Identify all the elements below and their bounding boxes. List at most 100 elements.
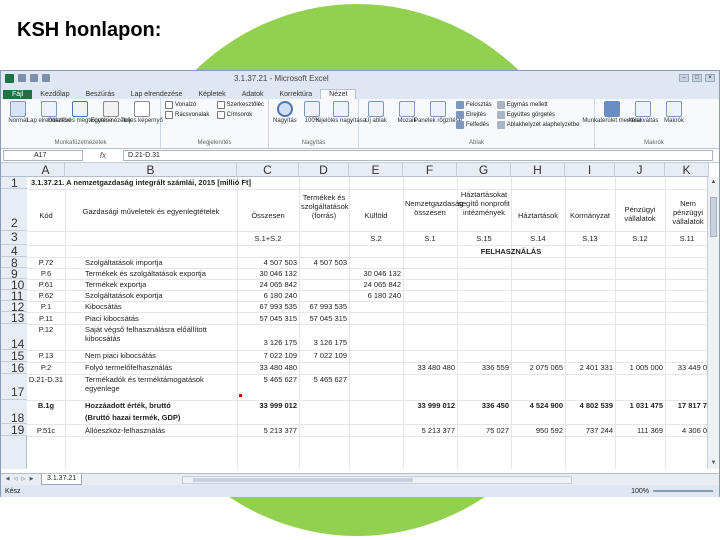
row-header[interactable]: 16 — [1, 362, 27, 374]
value-f[interactable]: 33 480 480 — [403, 363, 455, 372]
code-kulfold[interactable]: S.2 — [349, 234, 403, 243]
freeze-panes-button[interactable]: Panelek rögzítése — [414, 101, 462, 125]
row-code[interactable]: P.11 — [27, 314, 65, 323]
column-header[interactable]: K — [665, 163, 709, 177]
row-label[interactable]: Nem piaci kibocsátás — [85, 351, 156, 360]
maximize-button[interactable]: □ — [692, 74, 702, 82]
value-f[interactable]: 5 213 377 — [403, 426, 455, 435]
macros-button[interactable]: Makrók — [661, 101, 687, 125]
code-haztartasok-nonprofit[interactable]: S.15 — [457, 234, 511, 243]
header-kod[interactable]: Kód — [27, 211, 65, 220]
row-code[interactable]: P.2 — [27, 363, 65, 372]
column-header[interactable]: C — [237, 163, 299, 177]
row-header[interactable]: 2 — [1, 189, 27, 231]
value-i[interactable]: 2 401 331 — [565, 363, 613, 372]
tab-insert[interactable]: Beszúrás — [77, 90, 122, 99]
value-c[interactable]: 24 065 842 — [237, 280, 297, 289]
scroll-down-icon[interactable]: ▼ — [709, 459, 718, 468]
row-header[interactable]: 19 — [1, 424, 27, 436]
column-header[interactable]: F — [403, 163, 457, 177]
code-nem-penzugyi[interactable]: S.11 — [665, 234, 709, 243]
value-c[interactable]: 33 999 012 — [237, 401, 297, 410]
row-code[interactable]: P.61 — [27, 280, 65, 289]
scroll-up-icon[interactable]: ▲ — [709, 178, 718, 187]
tab-file[interactable]: Fájl — [3, 90, 33, 99]
row-label[interactable]: Folyó termelőfelhasználás — [85, 363, 172, 372]
custom-views-button[interactable]: Egyéni nézetek — [90, 101, 132, 125]
column-header[interactable]: B — [65, 163, 237, 177]
value-e[interactable]: 30 046 132 — [349, 269, 401, 278]
header-megnevezes[interactable]: Gazdasági műveletek és egyenlegtételek — [81, 207, 221, 216]
row-label[interactable]: Termékek exportja — [85, 280, 146, 289]
value-d[interactable]: 5 465 627 — [299, 375, 347, 384]
code-nemzetgazdasag[interactable]: S.1 — [403, 234, 457, 243]
row-header[interactable]: 14 — [1, 324, 27, 350]
row-code[interactable]: P.12 — [27, 325, 65, 334]
redo-icon[interactable] — [42, 74, 50, 82]
row-header[interactable]: 18 — [1, 400, 27, 424]
tab-review[interactable]: Korrektúra — [271, 90, 320, 99]
full-screen-button[interactable]: Teljes képernyő — [121, 101, 163, 125]
zoom-button[interactable]: Nagyítás — [273, 101, 297, 125]
formula-input[interactable]: D.21-D.31 — [123, 150, 713, 161]
headings-checkbox[interactable]: Címsorok — [216, 111, 264, 119]
value-j[interactable]: 1 031 475 — [615, 401, 663, 410]
vertical-scrollbar[interactable]: ▲ ▼ — [707, 177, 719, 469]
hide-button[interactable]: Elrejtés — [456, 111, 492, 119]
row-header[interactable]: 17 — [1, 374, 27, 400]
header-kormanyzat[interactable]: Kormányzat — [565, 211, 615, 220]
value-j[interactable]: 1 005 000 — [615, 363, 663, 372]
column-header[interactable]: G — [457, 163, 511, 177]
value-h[interactable]: 950 592 — [511, 426, 563, 435]
header-nemzetgazdasag[interactable]: Nemzetgazdaság összesen — [405, 199, 463, 217]
value-j[interactable]: 111 369 — [615, 426, 663, 435]
column-header[interactable]: A — [27, 163, 65, 177]
hscroll-thumb[interactable] — [193, 477, 414, 482]
row-label[interactable]: Piaci kibocsátás — [85, 314, 139, 323]
value-h[interactable]: 2 075 065 — [511, 363, 563, 372]
value-i[interactable]: 737 244 — [565, 426, 613, 435]
row-label[interactable]: (Bruttó hazai termék, GDP) — [85, 413, 180, 422]
row-label[interactable]: Állóeszköz-felhasználás — [85, 426, 165, 435]
value-d[interactable]: 3 126 175 — [299, 338, 347, 347]
tab-formulas[interactable]: Képletek — [190, 90, 233, 99]
header-termekek[interactable]: Termékek és szolgáltatások (forrás) — [301, 193, 349, 220]
value-d[interactable]: 4 507 503 — [299, 258, 347, 267]
header-haztartasok[interactable]: Háztartások — [511, 211, 565, 220]
value-c[interactable]: 5 465 627 — [237, 375, 297, 384]
value-e[interactable]: 24 065 842 — [349, 280, 401, 289]
header-haztartasok-nonprofit[interactable]: Háztartásokat segítő nonprofit intézmény… — [458, 190, 510, 217]
row-header[interactable]: 13 — [1, 312, 27, 324]
value-e[interactable]: 6 180 240 — [349, 291, 401, 300]
gridlines-checkbox[interactable]: Rácsvonalak — [165, 111, 211, 119]
row-label[interactable]: Kibocsátás — [85, 302, 122, 311]
header-kulfold[interactable]: Külföld — [349, 211, 403, 220]
minimize-button[interactable]: – — [679, 74, 689, 82]
value-c[interactable]: 30 046 132 — [237, 269, 297, 278]
value-k[interactable]: 17 817 7 — [665, 401, 707, 410]
value-c[interactable]: 7 022 109 — [237, 351, 297, 360]
code-kormanyzat[interactable]: S.13 — [565, 234, 615, 243]
sheet-tab[interactable]: 3.1.37.21 — [41, 474, 83, 485]
row-code[interactable]: P.6 — [27, 269, 65, 278]
row-label[interactable]: Szolgáltatások importja — [85, 258, 163, 267]
zoom-level[interactable]: 100% — [631, 488, 649, 495]
fx-icon[interactable]: fx — [83, 151, 123, 160]
scroll-thumb[interactable] — [710, 197, 717, 237]
first-sheet-icon[interactable]: ◀ — [4, 476, 11, 483]
value-f[interactable]: 33 999 012 — [403, 401, 455, 410]
reset-window-position-button[interactable]: Ablakhelyzet alaphelyzetbe — [496, 121, 579, 129]
value-d[interactable]: 67 993 535 — [299, 302, 347, 311]
horizontal-scrollbar[interactable] — [182, 475, 573, 484]
value-g[interactable]: 336 450 — [457, 401, 509, 410]
close-button[interactable]: × — [705, 74, 715, 82]
value-d[interactable]: 7 022 109 — [299, 351, 347, 360]
value-c[interactable]: 5 213 377 — [237, 426, 297, 435]
page-break-preview-button[interactable]: Oldaltörés megtekintése — [48, 101, 112, 125]
column-header[interactable]: I — [565, 163, 615, 177]
value-i[interactable]: 4 802 539 — [565, 401, 613, 410]
value-c[interactable]: 4 507 503 — [237, 258, 297, 267]
name-box[interactable]: A17 — [3, 150, 83, 161]
tab-data[interactable]: Adatok — [234, 90, 272, 99]
side-by-side-button[interactable]: Egymás mellett — [496, 101, 580, 109]
